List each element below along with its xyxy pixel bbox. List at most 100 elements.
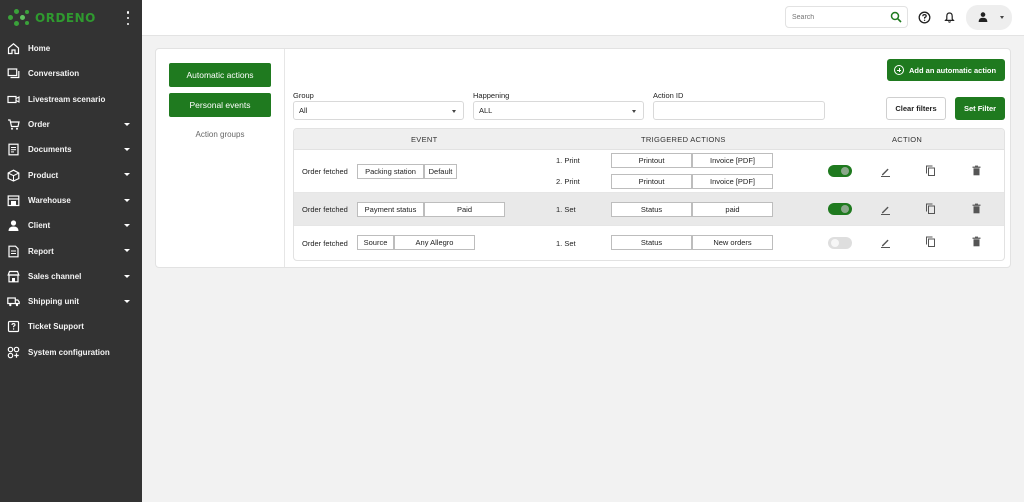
group-select-value: All [299, 106, 308, 115]
header-triggered-actions: TRIGGERED ACTIONS [641, 135, 726, 144]
search-icon[interactable] [890, 11, 902, 23]
sidebar-item-shipping-unit[interactable]: Shipping unit [0, 289, 142, 314]
chevron-down-icon [124, 198, 130, 202]
action-value-chip: Invoice [PDF] [692, 174, 773, 189]
edit-icon[interactable] [880, 204, 891, 215]
add-automatic-action-button[interactable]: Add an automatic action [887, 59, 1005, 81]
logo-icon [8, 9, 30, 27]
event-label: Order fetched [302, 205, 348, 214]
set-filter-button[interactable]: Set Filter [955, 97, 1005, 120]
action-id-label: Action ID [653, 91, 684, 100]
sidebar-item-warehouse[interactable]: Warehouse [0, 188, 142, 213]
sidebar-item-documents[interactable]: Documents [0, 137, 142, 162]
table-row: Order fetched Packing station Default 1.… [294, 150, 1004, 193]
document-icon [7, 143, 20, 156]
sidebar-item-product[interactable]: Product [0, 162, 142, 187]
action-step: 1. Set [556, 205, 576, 214]
group-label: Group [293, 91, 314, 100]
condition-field-chip: Payment status [357, 202, 424, 217]
video-icon [7, 93, 20, 106]
table-row: Order fetched Source Any Allegro 1. Set … [294, 226, 1004, 260]
chevron-down-icon [124, 274, 130, 278]
action-step: 1. Print [556, 156, 580, 165]
personal-events-button[interactable]: Personal events [169, 93, 271, 117]
action-value-chip: New orders [692, 235, 773, 250]
trash-icon[interactable] [971, 203, 982, 214]
header-action: ACTION [892, 135, 923, 144]
bell-icon[interactable] [943, 11, 956, 24]
enabled-toggle[interactable] [828, 237, 852, 249]
add-circle-icon [894, 65, 904, 75]
logo-text: ORDENO [35, 11, 96, 25]
enabled-toggle[interactable] [828, 165, 852, 177]
enabled-toggle[interactable] [828, 203, 852, 215]
automatic-actions-button[interactable]: Automatic actions [169, 63, 271, 87]
chevron-down-icon [452, 110, 456, 113]
happening-select[interactable]: ALL [473, 101, 644, 120]
sidebar-item-conversation[interactable]: Conversation [0, 61, 142, 86]
action-type-chip: Printout [611, 153, 692, 168]
sidebar-item-label: Product [28, 170, 59, 180]
chevron-down-icon [124, 122, 130, 126]
clear-filters-button[interactable]: Clear filters [886, 97, 946, 120]
top-bar [142, 0, 1024, 36]
group-select[interactable]: All [293, 101, 464, 120]
copy-icon[interactable] [925, 236, 936, 247]
store-icon [7, 270, 20, 283]
user-icon [7, 219, 20, 232]
sidebar-item-label: Order [28, 120, 50, 130]
sidebar-item-home[interactable]: Home [0, 36, 142, 61]
search-input[interactable] [786, 7, 881, 27]
sidebar-item-sales-channel[interactable]: Sales channel [0, 264, 142, 289]
box-icon [7, 169, 20, 182]
more-menu-icon[interactable] [126, 11, 130, 25]
trash-icon[interactable] [971, 165, 982, 176]
header-event: EVENT [411, 135, 438, 144]
sidebar-item-report[interactable]: Report [0, 238, 142, 263]
sidebar-item-livestream-scenario[interactable]: Livestream scenario [0, 87, 142, 112]
table-header: EVENT TRIGGERED ACTIONS ACTION [294, 129, 1004, 150]
sidebar-item-system-configuration[interactable]: System configuration [0, 340, 142, 365]
search-box [785, 6, 908, 28]
action-type-chip: Status [611, 235, 692, 250]
action-value-chip: paid [692, 202, 773, 217]
condition-value-chip: Default [424, 164, 457, 179]
sidebar-item-label: Documents [28, 145, 72, 155]
edit-icon[interactable] [880, 166, 891, 177]
trash-icon[interactable] [971, 236, 982, 247]
chevron-down-icon [1000, 16, 1004, 19]
chat-icon [7, 67, 20, 80]
action-groups-link[interactable]: Action groups [169, 130, 271, 139]
automatic-actions-card: Automatic actions Personal events Action… [155, 48, 1011, 268]
happening-select-value: ALL [479, 106, 493, 115]
user-menu[interactable] [966, 5, 1012, 30]
sidebar-item-ticket-support[interactable]: Ticket Support [0, 314, 142, 339]
action-value-chip: Invoice [PDF] [692, 153, 773, 168]
chevron-down-icon [124, 148, 130, 152]
event-label: Order fetched [302, 167, 348, 176]
action-id-input[interactable] [653, 101, 825, 120]
sidebar-item-label: Warehouse [28, 195, 71, 205]
action-step: 2. Print [556, 177, 580, 186]
home-icon [7, 42, 20, 55]
action-type-chip: Printout [611, 174, 692, 189]
sidebar-item-label: Home [28, 44, 51, 54]
config-icon [7, 346, 20, 359]
chevron-down-icon [124, 249, 130, 253]
sidebar-item-client[interactable]: Client [0, 213, 142, 238]
help-icon[interactable] [918, 11, 931, 24]
sidebar: ORDENO Home Conversation Livestream scenar… [0, 0, 142, 502]
sidebar-item-label: Conversation [28, 69, 80, 79]
chevron-down-icon [124, 173, 130, 177]
copy-icon[interactable] [925, 165, 936, 176]
sidebar-item-order[interactable]: Order [0, 112, 142, 137]
chevron-down-icon [124, 224, 130, 228]
event-label: Order fetched [302, 239, 348, 248]
sidebar-item-label: System configuration [28, 347, 110, 357]
action-step: 1. Set [556, 239, 576, 248]
copy-icon[interactable] [925, 203, 936, 214]
logo[interactable]: ORDENO [0, 0, 142, 36]
chevron-down-icon [124, 299, 130, 303]
sidebar-item-label: Client [28, 221, 51, 231]
edit-icon[interactable] [880, 237, 891, 248]
